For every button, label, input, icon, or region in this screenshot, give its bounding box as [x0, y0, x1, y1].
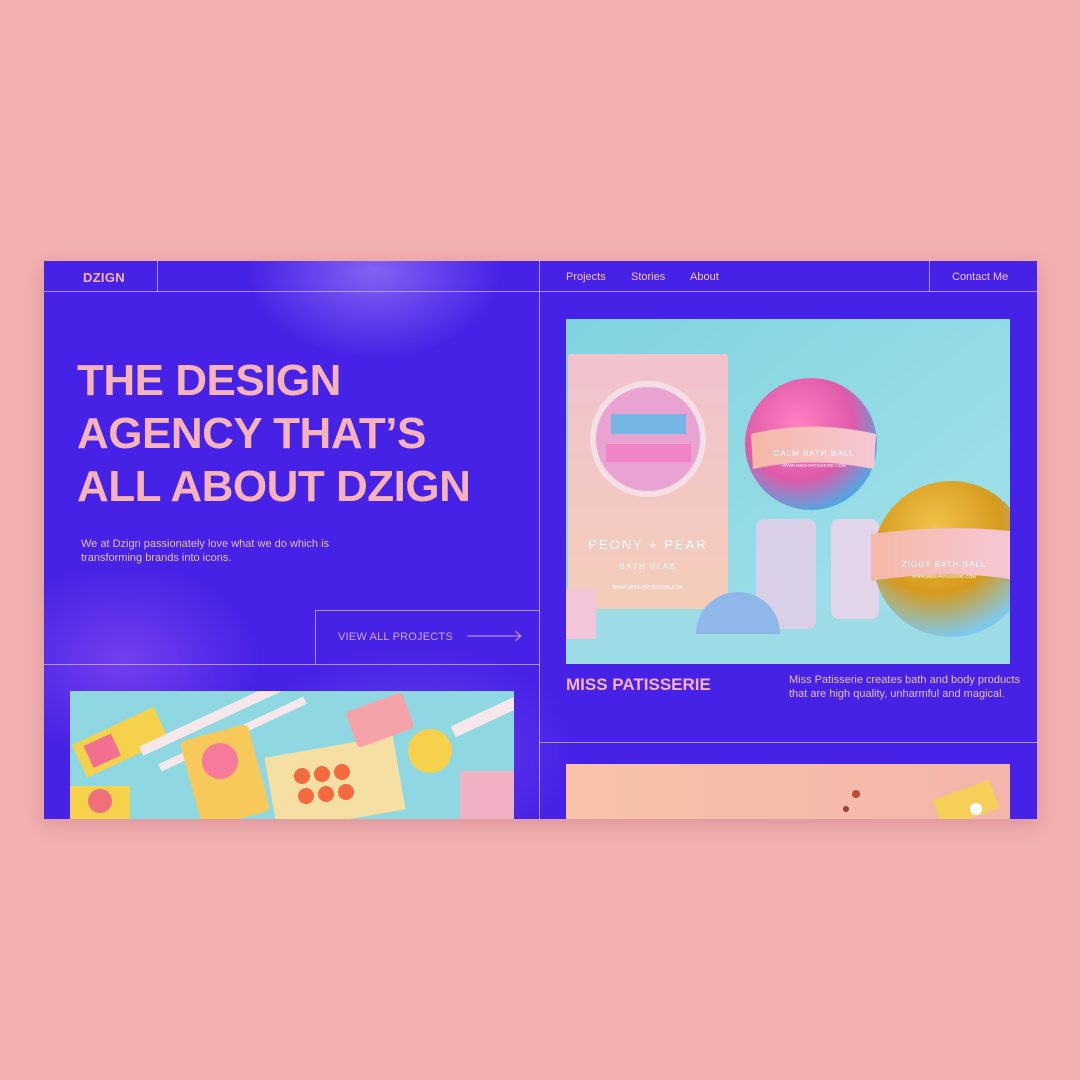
site-frame: DZIGN Projects Stories About Contact Me …	[44, 261, 1037, 819]
next-project-photo	[566, 764, 1010, 819]
arrow-right-icon	[467, 630, 522, 642]
project-description: Miss Patisserie creates bath and body pr…	[789, 674, 1021, 700]
button-border	[315, 610, 539, 611]
button-border	[315, 610, 316, 664]
ball-label: CALM BATH BALL	[774, 449, 855, 458]
contact-me-link[interactable]: Contact Me	[952, 271, 1008, 283]
hero-title-line: AGENCY THAT’S	[77, 409, 426, 458]
left-section-divider	[44, 664, 539, 665]
logo-divider	[157, 261, 158, 292]
header-divider	[44, 291, 1037, 292]
hero-title-line: THE DESIGN	[77, 356, 341, 405]
contact-divider	[929, 261, 930, 292]
hero-title-line: ALL ABOUT DZIGN	[77, 462, 471, 511]
hero-description: We at Dzign passionately love what we do…	[81, 538, 330, 564]
box-url-label: WWW.MISS-PATISSERIE.COM	[613, 585, 684, 591]
next-project-image[interactable]	[566, 764, 1010, 819]
nav-link-stories[interactable]: Stories	[631, 271, 665, 283]
background-glow	[244, 261, 504, 361]
ball-label: ZIGGY BATH BALL	[902, 560, 987, 569]
right-section-divider	[539, 742, 1037, 743]
miss-patisserie-project-image[interactable]: PEONY + PEAR BATH SLAB WWW.MISS-PATISSER…	[566, 319, 1010, 664]
column-divider	[539, 261, 540, 819]
nav-link-projects[interactable]: Projects	[566, 271, 606, 283]
packaging-photo	[70, 691, 514, 819]
hero-title: THE DESIGN AGENCY THAT’S ALL ABOUT DZIGN	[77, 354, 497, 513]
brand-logo[interactable]: DZIGN	[83, 270, 125, 285]
view-all-projects-label: VIEW ALL PROJECTS	[338, 631, 453, 643]
box-label: PEONY + PEAR	[588, 537, 708, 552]
project-title[interactable]: MISS PATISSERIE	[566, 675, 711, 695]
product-photo: PEONY + PEAR BATH SLAB WWW.MISS-PATISSER…	[566, 319, 1010, 664]
nav-link-about[interactable]: About	[690, 271, 719, 283]
ball-url-label: WWW.MISS-PATISSERIE.COM	[912, 574, 976, 579]
ball-url-label: WWW.MISS-PATISSERIE.COM	[782, 463, 846, 468]
packaging-project-image[interactable]	[70, 691, 514, 819]
box-type-label: BATH SLAB	[620, 562, 677, 571]
view-all-projects-button[interactable]: VIEW ALL PROJECTS	[315, 610, 539, 664]
